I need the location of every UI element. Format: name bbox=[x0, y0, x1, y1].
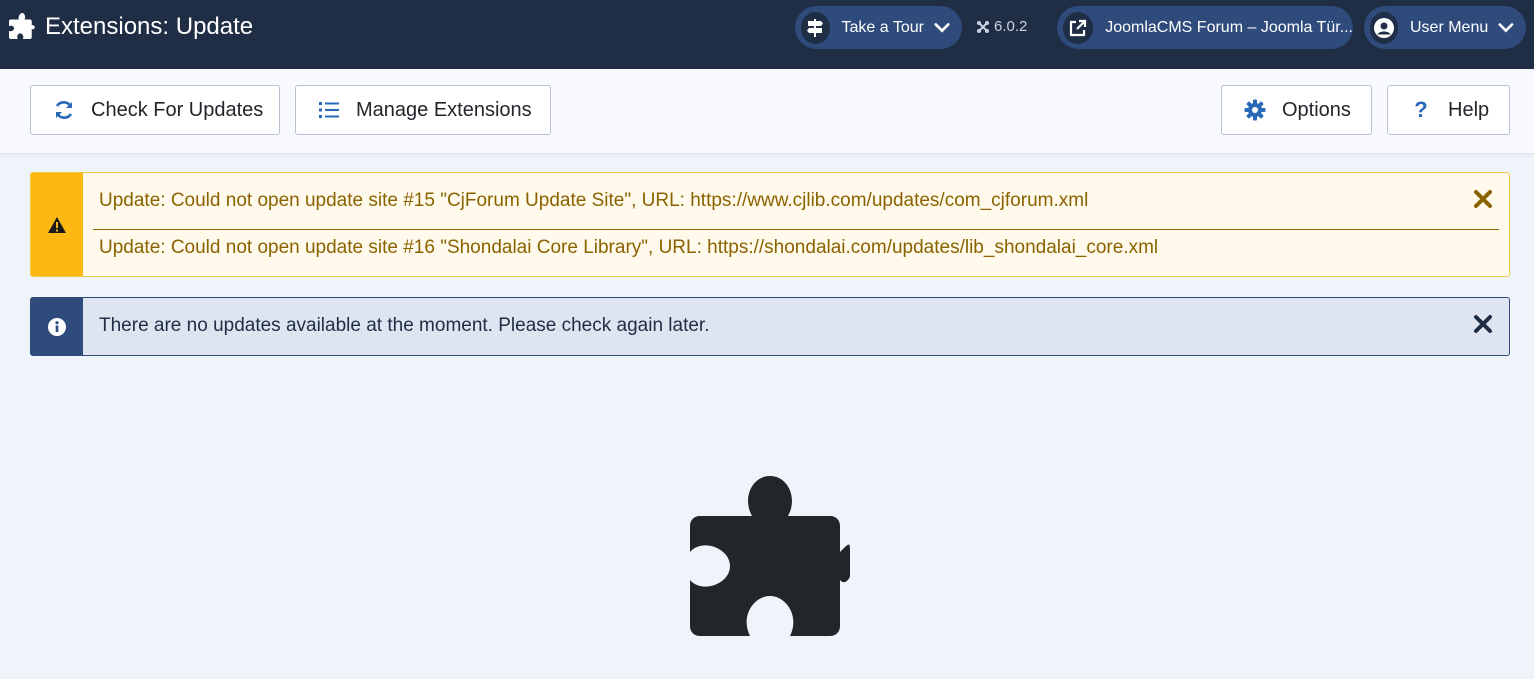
chevron-down-icon bbox=[1498, 22, 1514, 32]
close-icon[interactable] bbox=[1473, 189, 1493, 209]
manage-extensions-label: Manage Extensions bbox=[356, 98, 532, 121]
chevron-down-icon bbox=[934, 22, 950, 33]
close-icon[interactable] bbox=[1473, 314, 1493, 334]
info-alert: There are no updates available at the mo… bbox=[30, 297, 1510, 356]
info-circle-icon bbox=[48, 317, 66, 336]
external-link-icon bbox=[1063, 11, 1094, 44]
user-menu-button[interactable]: User Menu bbox=[1364, 6, 1526, 49]
manage-extensions-button[interactable]: Manage Extensions bbox=[295, 85, 551, 135]
user-circle-icon bbox=[1370, 11, 1398, 44]
toolbar: Check For Updates Manage Extensions Opti… bbox=[0, 69, 1534, 154]
check-for-updates-button[interactable]: Check For Updates bbox=[30, 85, 280, 135]
warning-alert-body: Update: Could not open update site #15 "… bbox=[83, 173, 1509, 276]
info-alert-side bbox=[31, 298, 83, 355]
help-button[interactable]: ? Help bbox=[1387, 85, 1510, 135]
warning-message: Update: Could not open update site #15 "… bbox=[99, 190, 1089, 211]
joomla-icon bbox=[977, 20, 989, 33]
warning-divider bbox=[93, 229, 1499, 230]
check-for-updates-label: Check For Updates bbox=[91, 98, 264, 121]
take-a-tour-button[interactable]: Take a Tour bbox=[795, 6, 962, 49]
site-link-button[interactable]: JoomlaCMS Forum – Joomla Tür... bbox=[1057, 6, 1353, 49]
site-link-label: JoomlaCMS Forum – Joomla Tür... bbox=[1105, 18, 1353, 36]
list-icon bbox=[318, 99, 340, 121]
question-icon: ? bbox=[1414, 97, 1428, 122]
refresh-icon bbox=[53, 99, 75, 121]
puzzle-piece-icon bbox=[9, 13, 35, 39]
info-message: There are no updates available at the mo… bbox=[99, 315, 710, 336]
take-a-tour-label: Take a Tour bbox=[841, 18, 924, 36]
help-label: Help bbox=[1448, 98, 1490, 121]
version-indicator: 6.0.2 bbox=[976, 18, 1027, 35]
user-menu-label: User Menu bbox=[1410, 18, 1489, 36]
puzzle-piece-icon bbox=[690, 476, 850, 636]
options-button[interactable]: Options bbox=[1221, 85, 1372, 135]
gear-icon bbox=[1244, 99, 1266, 121]
signpost-icon bbox=[801, 11, 830, 44]
version-number: 6.0.2 bbox=[994, 18, 1028, 35]
top-header: Extensions: Update Take a Tour 6.0.2 Joo… bbox=[0, 0, 1534, 69]
warning-message: Update: Could not open update site #16 "… bbox=[99, 237, 1159, 258]
warning-alert-side bbox=[31, 173, 83, 276]
page-title: Extensions: Update bbox=[45, 13, 254, 40]
warning-triangle-icon bbox=[48, 216, 66, 233]
info-alert-body: There are no updates available at the mo… bbox=[83, 298, 1509, 355]
options-label: Options bbox=[1282, 98, 1351, 121]
warning-alert: Update: Could not open update site #15 "… bbox=[30, 172, 1510, 277]
